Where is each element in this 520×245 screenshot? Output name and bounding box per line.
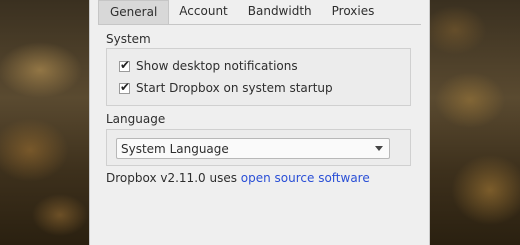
- checkmark-icon: ✔: [120, 79, 131, 94]
- language-select[interactable]: System Language: [116, 138, 390, 159]
- footer-text: Dropbox v2.11.0 uses open source softwar…: [106, 171, 370, 185]
- preferences-dialog: General Account Bandwidth Proxies System…: [89, 0, 430, 245]
- show-notifications-row[interactable]: ✔ Show desktop notifications: [119, 57, 298, 73]
- open-source-link[interactable]: open source software: [241, 171, 370, 185]
- tab-bandwidth[interactable]: Bandwidth: [238, 0, 322, 24]
- system-frame: ✔ Show desktop notifications ✔ Start Dro…: [106, 48, 411, 106]
- show-notifications-label: Show desktop notifications: [136, 59, 298, 73]
- tab-account[interactable]: Account: [169, 0, 237, 24]
- chevron-down-icon: [375, 146, 383, 151]
- version-text: Dropbox v2.11.0 uses: [106, 171, 241, 185]
- start-on-startup-row[interactable]: ✔ Start Dropbox on system startup: [119, 79, 333, 95]
- start-on-startup-checkbox[interactable]: ✔: [119, 79, 131, 94]
- language-heading: Language: [106, 112, 166, 126]
- tab-general[interactable]: General: [98, 0, 170, 24]
- checkmark-icon: ✔: [120, 57, 131, 72]
- system-heading: System: [106, 32, 151, 46]
- tab-proxies[interactable]: Proxies: [322, 0, 385, 24]
- language-frame: System Language: [106, 129, 411, 166]
- tab-bar: General Account Bandwidth Proxies: [98, 0, 421, 25]
- show-notifications-checkbox[interactable]: ✔: [119, 57, 131, 72]
- language-select-value: System Language: [121, 141, 229, 156]
- start-on-startup-label: Start Dropbox on system startup: [136, 81, 333, 95]
